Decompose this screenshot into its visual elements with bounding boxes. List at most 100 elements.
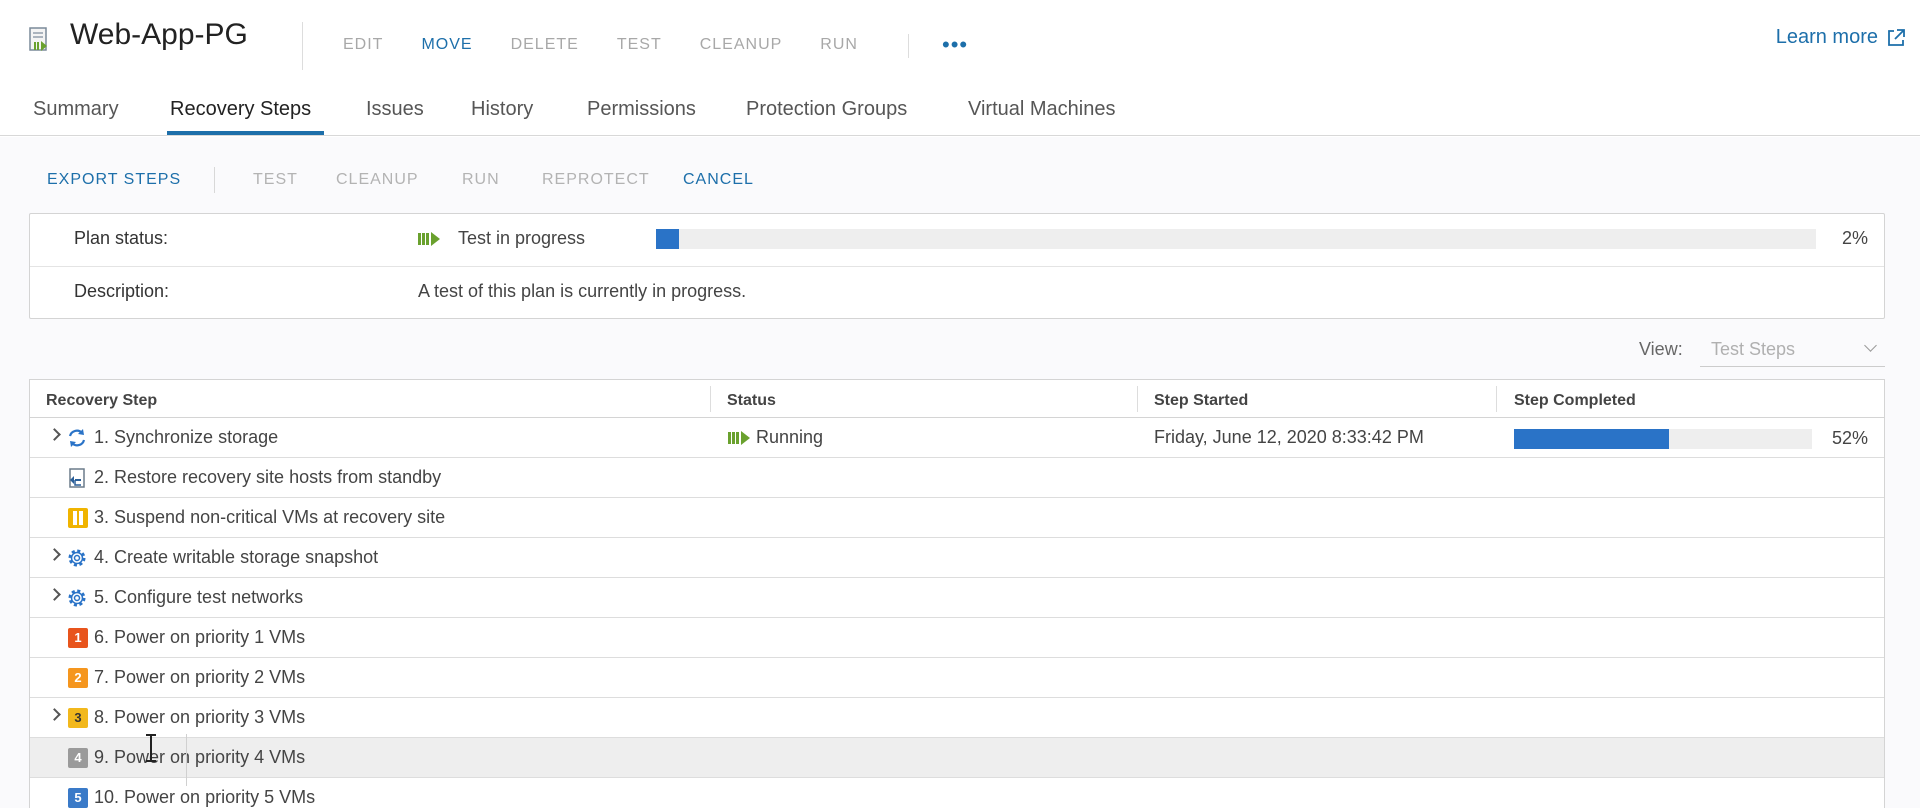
description-value: A test of this plan is currently in prog…: [418, 281, 747, 301]
step-name: 2. Restore recovery site hosts from stan…: [94, 467, 442, 487]
test-button[interactable]: TEST: [617, 36, 662, 54]
toolbar-cleanup-button[interactable]: CLEANUP: [336, 171, 419, 189]
external-link-icon: [1888, 28, 1905, 46]
toolbar-divider: [214, 167, 215, 193]
step-name: 6. Power on priority 1 VMs: [94, 627, 306, 647]
header-actions: EDIT MOVE DELETE TEST CLEANUP RUN: [343, 36, 896, 54]
table-row[interactable]: 4 9. Power on priority 4 VMs: [30, 738, 1884, 778]
toolbar-cancel-button[interactable]: CANCEL: [683, 171, 754, 189]
tab-history[interactable]: History: [471, 98, 533, 121]
column-status[interactable]: Status: [727, 392, 776, 410]
table-row[interactable]: 1 6. Power on priority 1 VMs: [30, 618, 1884, 658]
expand-chevron-icon[interactable]: [48, 588, 61, 601]
plan-progress-bar: [656, 229, 1816, 249]
plan-progress-fill: [656, 229, 680, 249]
plan-description-row: Description: A test of this plan is curr…: [30, 266, 1884, 318]
expand-chevron-icon[interactable]: [48, 548, 61, 561]
view-select-value: Test Steps: [1711, 339, 1796, 359]
learn-more-link[interactable]: Learn more: [1776, 26, 1906, 49]
step-name: 5. Configure test networks: [94, 587, 304, 607]
view-select[interactable]: Test Steps: [1700, 333, 1885, 367]
table-row[interactable]: 5 10. Power on priority 5 VMs: [30, 778, 1884, 808]
table-row[interactable]: 3 8. Power on priority 3 VMs: [30, 698, 1884, 738]
expand-chevron-icon[interactable]: [48, 708, 61, 721]
tab-permissions[interactable]: Permissions: [587, 98, 696, 121]
step-name: 7. Power on priority 2 VMs: [94, 667, 306, 687]
running-icon: [728, 430, 750, 445]
column-divider[interactable]: [1137, 386, 1138, 412]
priority-1-icon: 1: [68, 628, 88, 648]
plan-status-text: Test in progress: [458, 228, 586, 248]
delete-button[interactable]: DELETE: [511, 36, 579, 54]
step-started: Friday, June 12, 2020 8:33:42 PM: [1154, 427, 1424, 447]
step-status-text: Running: [756, 427, 824, 447]
priority-3-icon: 3: [68, 708, 88, 728]
view-label: View:: [1639, 339, 1683, 359]
toolbar-test-button[interactable]: TEST: [253, 171, 298, 189]
plan-progress-percent: 2%: [1841, 228, 1868, 248]
column-step-completed[interactable]: Step Completed: [1514, 392, 1636, 410]
priority-5-icon: 5: [68, 788, 88, 808]
header-divider: [302, 22, 303, 70]
step-name: 8. Power on priority 3 VMs: [94, 707, 306, 727]
table-row[interactable]: 2. Restore recovery site hosts from stan…: [30, 458, 1884, 498]
toolbar-run-button[interactable]: RUN: [462, 171, 500, 189]
tab-recovery-steps[interactable]: Recovery Steps: [170, 98, 311, 121]
recovery-steps-grid: Recovery Step Status Step Started Step C…: [29, 379, 1885, 808]
priority-2-icon: 2: [68, 668, 88, 688]
host-restore-icon: [69, 468, 85, 488]
step-name: 4. Create writable storage snapshot: [94, 547, 379, 567]
step-status: Running: [728, 427, 823, 448]
table-row[interactable]: 3. Suspend non-critical VMs at recovery …: [30, 498, 1884, 538]
expand-chevron-icon[interactable]: [48, 428, 61, 441]
export-steps-button[interactable]: EXPORT STEPS: [47, 171, 181, 189]
step-name: 3. Suspend non-critical VMs at recovery …: [94, 507, 446, 527]
step-progress-bar: [1514, 429, 1812, 449]
sync-icon: [68, 429, 86, 447]
tab-summary[interactable]: Summary: [33, 98, 119, 121]
run-button[interactable]: RUN: [820, 36, 858, 54]
gear-icon: [68, 549, 86, 567]
header-divider-2: [908, 34, 909, 58]
plan-status-card: Plan status: Test in progress 2% Descrip…: [29, 213, 1885, 319]
step-name: 1. Synchronize storage: [94, 427, 279, 447]
tab-protection-groups[interactable]: Protection Groups: [746, 98, 907, 121]
table-row[interactable]: 2 7. Power on priority 2 VMs: [30, 658, 1884, 698]
running-icon: [418, 231, 440, 246]
step-name: 9. Power on priority 4 VMs: [94, 747, 306, 767]
page-header: Web-App-PG EDIT MOVE DELETE TEST CLEANUP…: [0, 0, 1920, 78]
column-step-started[interactable]: Step Started: [1154, 392, 1248, 410]
plan-status-row: Plan status: Test in progress 2%: [30, 214, 1884, 266]
tab-bar: Summary Recovery Steps Issues History Pe…: [0, 86, 1920, 136]
chevron-down-icon: [1864, 339, 1877, 352]
text-cursor-icon: [146, 734, 156, 762]
more-actions-icon[interactable]: •••: [942, 32, 968, 58]
tab-virtual-machines[interactable]: Virtual Machines: [968, 98, 1115, 121]
cleanup-button[interactable]: CLEANUP: [700, 36, 783, 54]
plan-status-value: Test in progress: [418, 228, 585, 249]
recovery-plan-icon: [29, 27, 47, 51]
table-row[interactable]: 4. Create writable storage snapshot: [30, 538, 1884, 578]
description-label: Description:: [74, 281, 170, 301]
column-recovery-step[interactable]: Recovery Step: [46, 392, 157, 410]
grid-header: Recovery Step Status Step Started Step C…: [30, 380, 1884, 418]
gear-icon: [68, 589, 86, 607]
priority-4-icon: 4: [68, 748, 88, 768]
pause-icon: [68, 508, 88, 528]
toolbar-reprotect-button[interactable]: REPROTECT: [542, 171, 650, 189]
tab-issues[interactable]: Issues: [366, 98, 424, 121]
table-row[interactable]: 5. Configure test networks: [30, 578, 1884, 618]
plan-status-label: Plan status:: [74, 228, 169, 248]
column-divider[interactable]: [1496, 386, 1497, 412]
step-progress-percent: 52%: [1831, 428, 1868, 448]
table-row[interactable]: 1. Synchronize storage Running Friday, J…: [30, 418, 1884, 458]
move-button[interactable]: MOVE: [421, 36, 472, 54]
recovery-steps-panel: EXPORT STEPS TEST CLEANUP RUN REPROTECT …: [0, 137, 1920, 808]
column-resize-guide: [186, 734, 187, 786]
page-title: Web-App-PG: [70, 18, 248, 51]
column-divider[interactable]: [710, 386, 711, 412]
active-tab-indicator: [167, 131, 324, 135]
step-name: 10. Power on priority 5 VMs: [94, 787, 316, 807]
step-progress-fill: [1514, 429, 1669, 449]
edit-button[interactable]: EDIT: [343, 36, 383, 54]
